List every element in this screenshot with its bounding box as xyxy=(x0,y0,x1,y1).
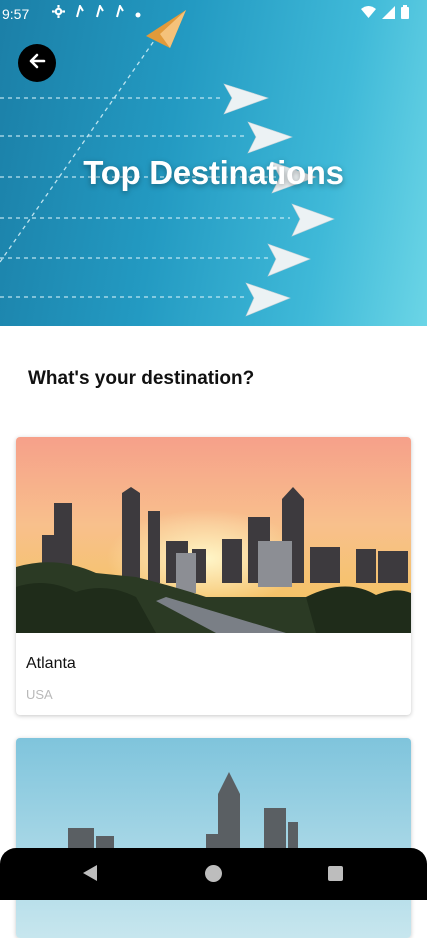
status-icons-right xyxy=(361,5,409,22)
wifi-icon xyxy=(361,5,376,22)
settings-icon xyxy=(52,5,65,21)
destination-country: USA xyxy=(26,687,53,702)
page-title: Top Destinations xyxy=(83,154,344,191)
back-button[interactable] xyxy=(18,44,56,82)
battery-icon xyxy=(401,5,409,22)
dot-icon xyxy=(135,5,141,21)
status-icons-left xyxy=(52,3,141,21)
city-skyline-image xyxy=(16,738,411,938)
signal-icon xyxy=(75,3,85,21)
destination-card[interactable] xyxy=(16,738,411,938)
section-heading: What's your destination? xyxy=(28,368,255,389)
destination-card-atlanta[interactable]: Atlanta USA xyxy=(16,437,411,715)
arrow-left-icon xyxy=(27,51,47,76)
system-nav-bar xyxy=(0,848,427,900)
cellular-icon xyxy=(382,5,395,22)
destination-name: Atlanta xyxy=(26,655,76,672)
back-triangle-icon[interactable] xyxy=(82,864,98,887)
status-time: 9:57 xyxy=(2,6,30,22)
signal-icon xyxy=(115,3,125,21)
recents-square-icon[interactable] xyxy=(328,866,343,881)
signal-icon xyxy=(95,3,105,21)
home-circle-icon[interactable] xyxy=(205,865,222,882)
city-skyline-image xyxy=(16,437,411,633)
status-bar: 9:57 xyxy=(0,0,427,28)
hero-banner: Top Destinations xyxy=(0,0,427,326)
